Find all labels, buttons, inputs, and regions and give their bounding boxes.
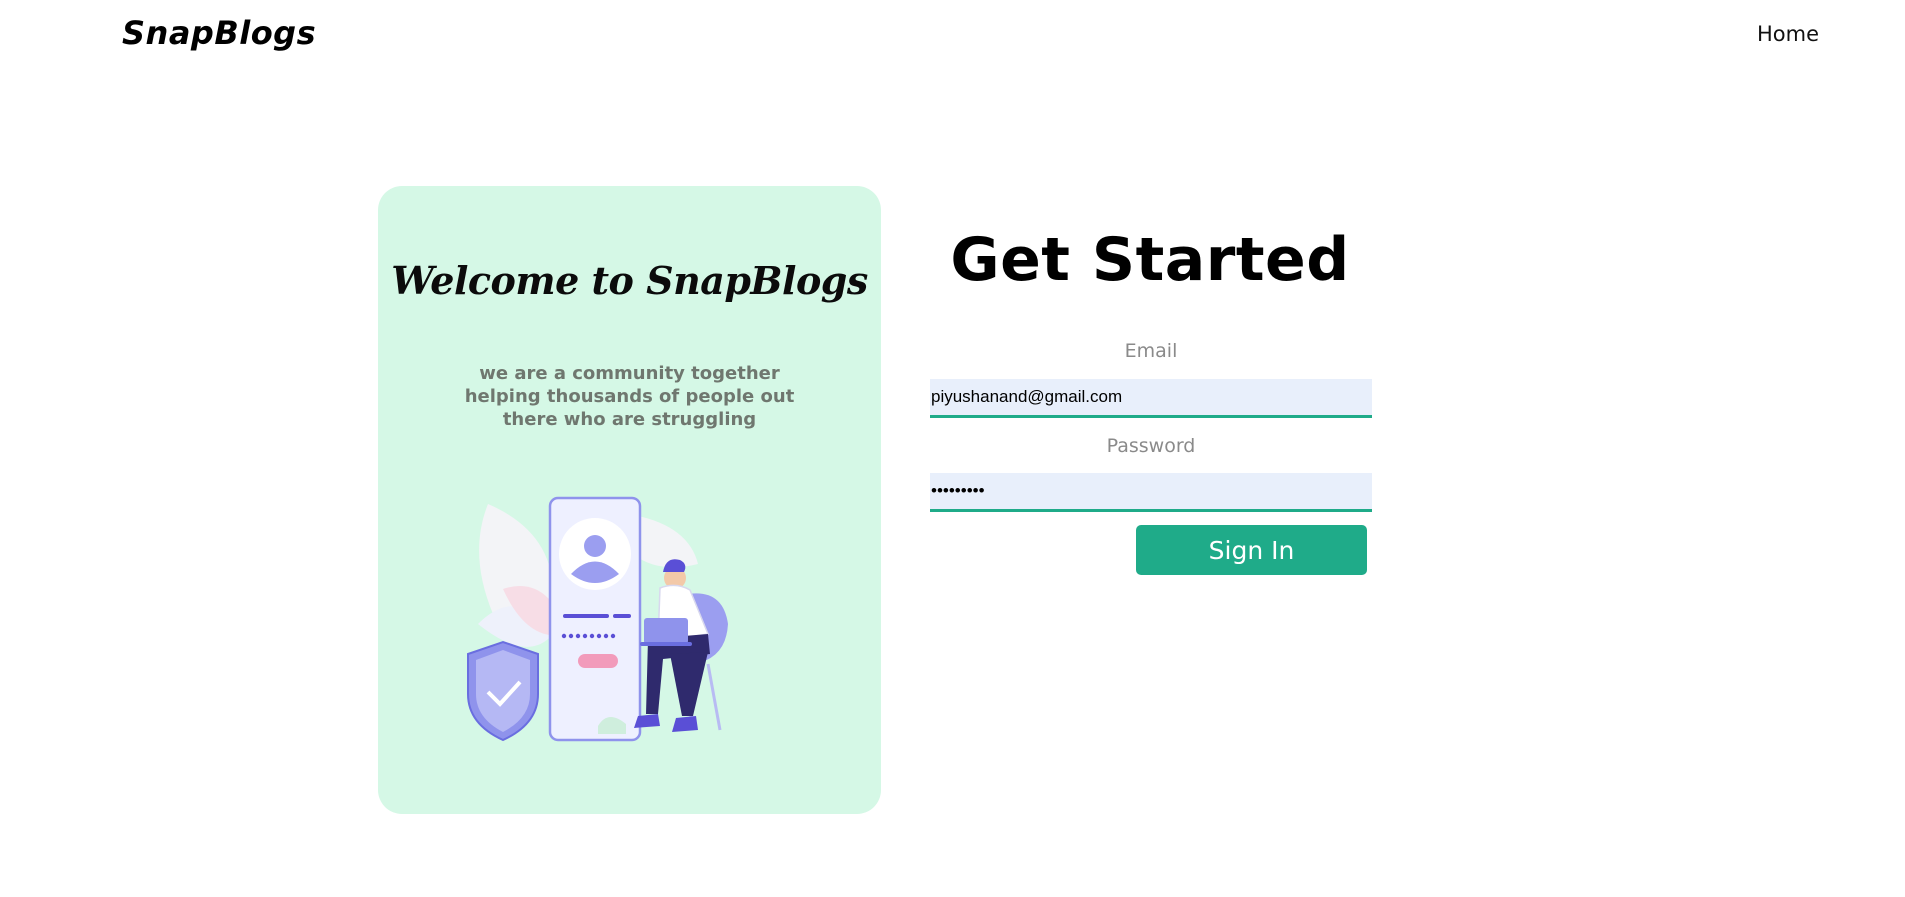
welcome-subtitle: we are a community together helping thou… [464,363,795,430]
welcome-title: Welcome to SnapBlogs [391,258,868,303]
password-label: Password [1106,435,1196,457]
password-field[interactable] [930,473,1372,512]
welcome-card: Welcome to SnapBlogs we are a community … [378,186,881,814]
sign-in-button[interactable]: Sign In [1136,525,1367,575]
login-illustration-icon [467,496,728,742]
navbar: SnapBlogs Home [0,0,1905,70]
email-label: Email [1124,340,1178,362]
brand-logo[interactable]: SnapBlogs [122,14,316,52]
form-title: Get Started [950,225,1350,295]
email-field[interactable] [930,379,1372,418]
nav-home-link[interactable]: Home [1757,22,1819,46]
